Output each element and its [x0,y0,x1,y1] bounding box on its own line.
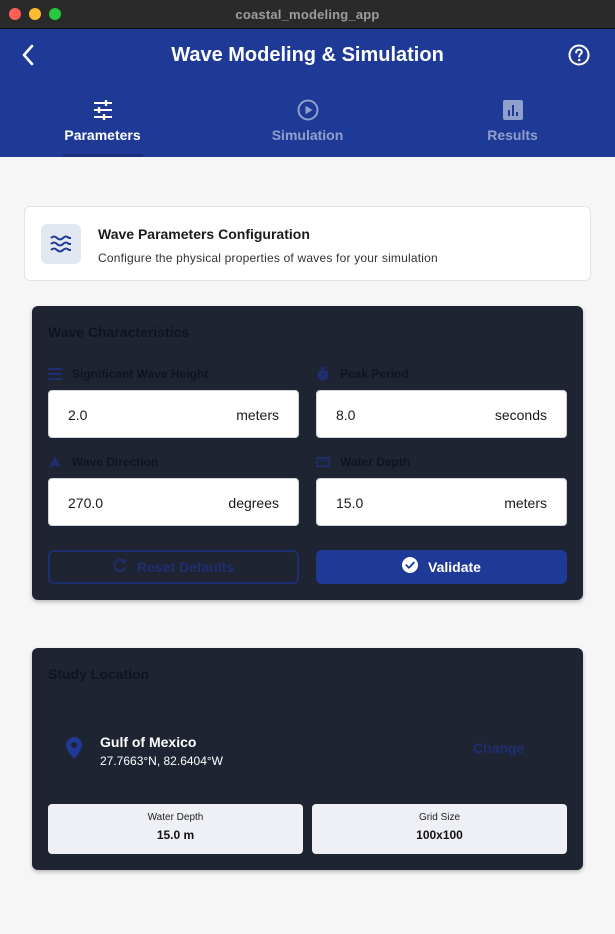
tune-icon [92,99,114,121]
tab-label: Simulation [271,127,344,143]
tab-bar: Parameters Simulation Results [0,95,615,157]
bar-chart-icon [502,99,523,121]
location-pin-icon [66,737,82,764]
field-value: 8.0 [336,407,356,423]
navigation-icon [48,455,62,469]
location-name: Gulf of Mexico [100,734,197,750]
stat-value: 15.0 m [156,828,195,842]
wave-direction-input[interactable]: 270.0 degrees [48,478,299,526]
check-circle-icon [402,556,419,578]
field-unit: seconds [494,407,547,423]
field-unit: meters [504,495,547,511]
reset-defaults-label: Reset Defaults [136,559,235,575]
field-unit: meters [236,407,279,423]
active-tab-indicator [63,154,143,157]
help-circle-icon [567,43,591,72]
info-card: Wave Parameters Configuration Configure … [24,206,591,281]
stat-grid-size: Grid Size 100x100 [312,804,567,854]
waves-icon [41,224,81,264]
field-label-wave-direction: Wave Direction [48,455,158,469]
straighten-icon [316,455,330,469]
panel-title: Study Location [48,666,150,682]
window-title: coastal_modeling_app [235,7,380,22]
timer-icon [316,367,330,381]
stat-water-depth: Water Depth 15.0 m [48,804,303,854]
field-label-water-depth: Water Depth [316,455,410,469]
play-circle-icon [297,99,319,121]
validate-label: Validate [428,559,481,575]
field-label-text: Water Depth [340,455,411,469]
wave-characteristics-panel: Wave Characteristics Significant Wave He… [32,306,583,600]
stat-label: Water Depth [147,812,204,823]
stat-value: 100x100 [416,828,463,842]
field-value: 15.0 [336,495,364,511]
info-card-subtitle: Configure the physical properties of wav… [98,251,438,265]
tab-results[interactable]: Results [410,95,615,157]
wave-height-input[interactable]: 2.0 meters [48,390,299,438]
field-value: 270.0 [68,495,104,511]
field-label-wave-height: Significant Wave Height [48,367,208,381]
info-card-title: Wave Parameters Configuration [98,226,310,242]
validate-button[interactable]: Validate [316,550,567,584]
panel-title: Wave Characteristics [48,324,190,340]
field-label-peak-period: Peak Period [316,367,409,381]
reset-defaults-button[interactable]: Reset Defaults [48,550,299,584]
tab-label: Results [487,127,538,143]
app-bar: Wave Modeling & Simulation Parameters Si… [0,29,615,157]
location-coordinates: 27.7663°N, 82.6404°W [100,754,224,768]
water-depth-input[interactable]: 15.0 meters [316,478,567,526]
help-button[interactable] [565,43,593,71]
field-label-text: Significant Wave Height [72,367,209,381]
peak-period-input[interactable]: 8.0 seconds [316,390,567,438]
height-icon [48,367,62,381]
tab-label: Parameters [64,127,141,143]
study-location-panel: Study Location Gulf of Mexico 27.7663°N,… [32,648,583,870]
tab-simulation[interactable]: Simulation [205,95,410,157]
field-label-text: Peak Period [340,367,409,381]
field-value: 2.0 [68,407,88,423]
field-label-text: Wave Direction [72,455,159,469]
refresh-icon [113,558,127,577]
field-unit: degrees [228,495,279,511]
page-title: Wave Modeling & Simulation [171,44,444,66]
change-location-button[interactable]: Change [473,740,524,756]
window-titlebar: coastal_modeling_app [0,0,615,29]
stat-label: Grid Size [418,812,461,823]
tab-parameters[interactable]: Parameters [0,95,205,157]
